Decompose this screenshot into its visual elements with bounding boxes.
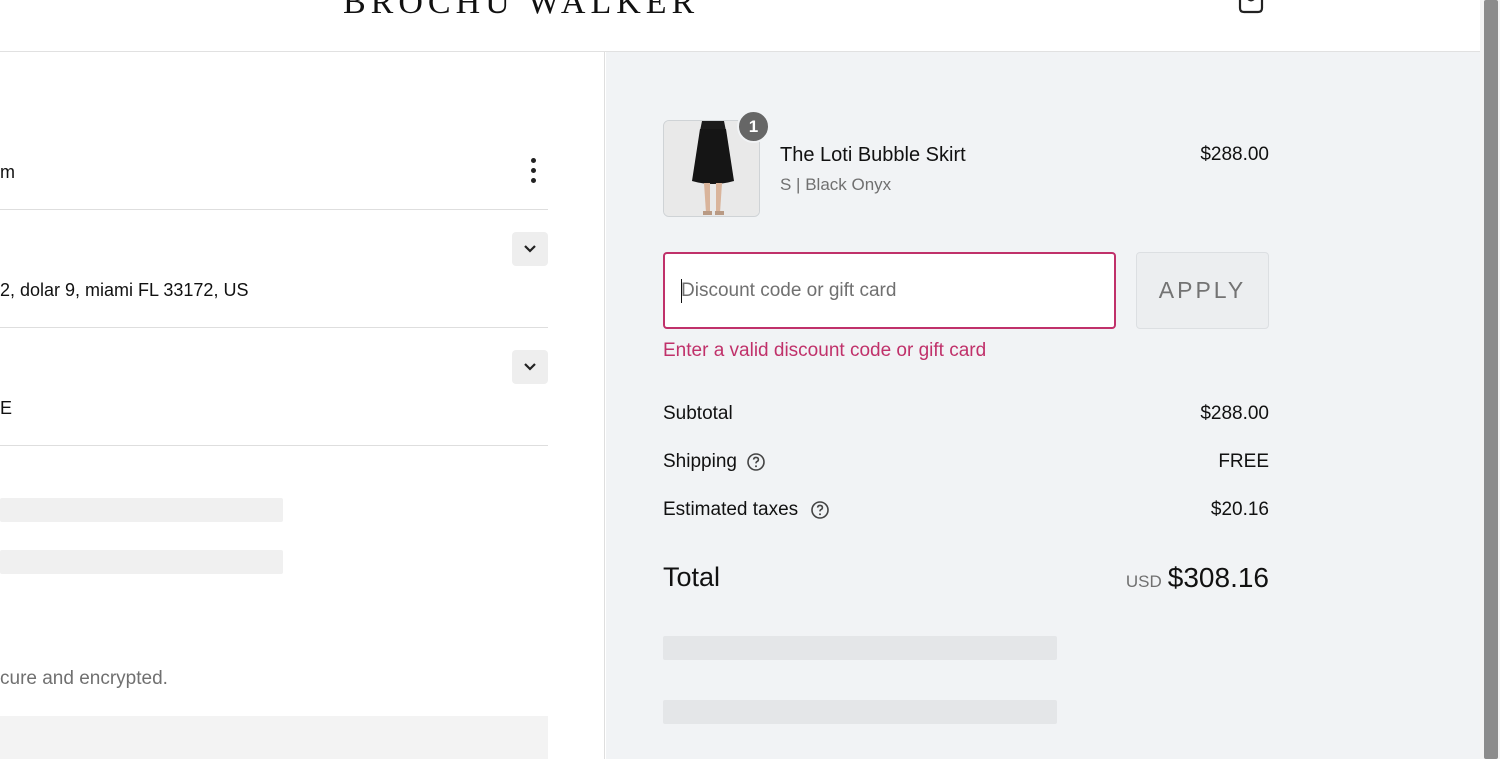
discount-error-message: Enter a valid discount code or gift card	[663, 340, 987, 361]
loading-placeholder	[663, 636, 1057, 660]
more-options-icon[interactable]	[524, 154, 544, 188]
product-name: The Loti Bubble Skirt	[780, 144, 966, 166]
subtotal-label: Subtotal	[663, 403, 733, 425]
scrollbar-thumb[interactable]	[1484, 0, 1498, 759]
product-price: $288.00	[1200, 144, 1269, 165]
discount-code-input[interactable]	[663, 252, 1116, 329]
currency-code: USD	[1125, 572, 1162, 591]
shipping-method-row: E	[0, 328, 548, 446]
shipping-label-text: Shipping	[663, 451, 737, 472]
total-label: Total	[663, 562, 721, 592]
ship-to-row: 2, dolar 9, miami FL 33172, US	[0, 210, 548, 328]
contact-value: m	[0, 162, 15, 182]
header: BROCHU WALKER	[0, 0, 1480, 52]
shopping-bag-icon[interactable]	[1236, 0, 1266, 20]
shipping-method-value: E	[0, 398, 13, 418]
taxes-label: Estimated taxes	[663, 499, 830, 521]
taxes-label-text: Estimated taxes	[663, 499, 799, 520]
subtotal-value: $288.00	[1200, 403, 1269, 424]
total-amount: $308.16	[1167, 562, 1269, 593]
expand-method-button[interactable]	[512, 350, 548, 384]
chevron-down-icon	[524, 245, 536, 253]
expand-ship-to-button[interactable]	[512, 232, 548, 266]
apply-discount-button[interactable]: APPLY	[1136, 252, 1269, 329]
contact-row: m	[0, 52, 548, 210]
secure-notice: cure and encrypted.	[0, 668, 168, 689]
help-circle-icon[interactable]	[810, 500, 830, 520]
help-circle-icon[interactable]	[746, 452, 766, 472]
shipping-value: FREE	[1218, 451, 1269, 472]
product-variant: S | Black Onyx	[780, 175, 892, 194]
quantity-badge: 1	[737, 110, 770, 143]
checkout-info-panel: m 2, dolar 9, miami FL 33172, US E cure …	[0, 52, 605, 759]
loading-placeholder	[663, 700, 1057, 724]
store-logo[interactable]: BROCHU WALKER	[343, 0, 699, 22]
loading-placeholder	[0, 498, 283, 522]
ship-to-address: 2, dolar 9, miami FL 33172, US	[0, 280, 249, 300]
total-value: USD $308.16	[1060, 562, 1269, 594]
shipping-label: Shipping	[663, 451, 766, 473]
taxes-value: $20.16	[1210, 499, 1269, 520]
payment-box	[0, 716, 548, 759]
text-cursor	[681, 279, 682, 303]
chevron-down-icon	[524, 363, 536, 371]
checkout-page: BROCHU WALKER m 2, dolar 9, miami FL 331…	[0, 0, 1500, 759]
loading-placeholder	[0, 550, 283, 574]
subtotal-label-text: Subtotal	[663, 403, 733, 424]
